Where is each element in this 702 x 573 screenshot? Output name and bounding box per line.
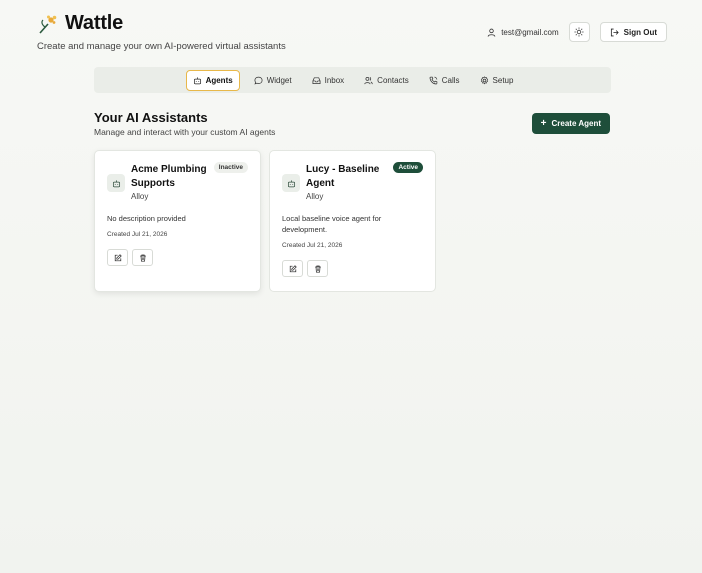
tab-label: Agents [205, 75, 233, 85]
edit-button[interactable] [107, 249, 128, 266]
user-info: test@gmail.com [487, 27, 559, 37]
agent-actions [282, 260, 423, 277]
tab-calls[interactable]: Calls [423, 71, 466, 90]
page-subtitle: Manage and interact with your custom AI … [94, 127, 276, 137]
users-icon [364, 76, 373, 84]
main-nav: Agents Widget Inbox Contacts Calls Setup [94, 67, 611, 93]
brand-name: Wattle [65, 12, 124, 34]
user-email: test@gmail.com [501, 27, 559, 37]
sign-out-label: Sign Out [623, 27, 657, 37]
logout-icon [610, 28, 619, 36]
edit-button[interactable] [282, 260, 303, 277]
chat-bubble-icon [254, 76, 263, 85]
tab-contacts[interactable]: Contacts [358, 71, 415, 90]
bot-icon [193, 76, 201, 84]
sun-icon [574, 27, 584, 37]
agent-voice: Alloy [306, 192, 324, 201]
tab-label: Setup [492, 75, 514, 85]
tab-label: Contacts [377, 75, 409, 85]
create-agent-label: Create Agent [551, 119, 602, 128]
phone-icon [429, 76, 438, 84]
agent-actions [107, 249, 248, 266]
agent-card[interactable]: Inactive Acme Plumbing Supports Alloy No… [94, 150, 261, 292]
gear-icon [480, 75, 488, 84]
agent-avatar [107, 174, 125, 192]
agent-description: Local baseline voice agent for developme… [282, 214, 382, 234]
agent-avatar [282, 174, 300, 192]
logo-row: Wattle [37, 12, 286, 35]
create-agent-button[interactable]: + Create Agent [531, 113, 610, 134]
theme-toggle-button[interactable] [568, 22, 590, 42]
bot-icon [112, 179, 120, 187]
app-header: Wattle Create and manage your own AI-pow… [37, 12, 286, 52]
tagline: Create and manage your own AI-powered vi… [37, 41, 286, 52]
tab-label: Widget [266, 75, 292, 85]
agent-created-date: Created Jul 21, 2026 [107, 231, 168, 238]
agent-created-date: Created Jul 21, 2026 [282, 242, 343, 249]
agent-card[interactable]: Active Lucy - Baseline Agent Alloy Local… [269, 150, 436, 292]
user-icon [487, 28, 496, 37]
user-controls: test@gmail.com Sign Out [487, 22, 667, 42]
sign-out-button[interactable]: Sign Out [599, 22, 667, 42]
status-badge: Inactive [213, 162, 248, 173]
tab-inbox[interactable]: Inbox [306, 71, 351, 90]
edit-icon [289, 264, 297, 272]
tab-agents[interactable]: Agents [185, 69, 240, 91]
agent-voice: Alloy [131, 192, 149, 201]
inbox-icon [312, 76, 321, 84]
trash-icon [139, 254, 146, 262]
agent-name: Acme Plumbing Supports [131, 164, 207, 189]
trash-icon [314, 265, 321, 273]
plus-icon: + [540, 117, 547, 129]
status-badge: Active [393, 162, 423, 173]
tab-label: Calls [441, 75, 460, 85]
page-title: Your AI Assistants [94, 110, 208, 125]
bot-icon [287, 179, 295, 187]
delete-button[interactable] [132, 249, 153, 266]
edit-icon [114, 253, 122, 261]
tab-widget[interactable]: Widget [248, 71, 298, 90]
delete-button[interactable] [307, 260, 328, 277]
tab-label: Inbox [324, 75, 345, 85]
agent-name: Lucy - Baseline Agent [306, 164, 380, 189]
tab-setup[interactable]: Setup [474, 71, 520, 90]
wattle-flower-icon [37, 13, 59, 35]
agent-description: No description provided [107, 214, 186, 223]
